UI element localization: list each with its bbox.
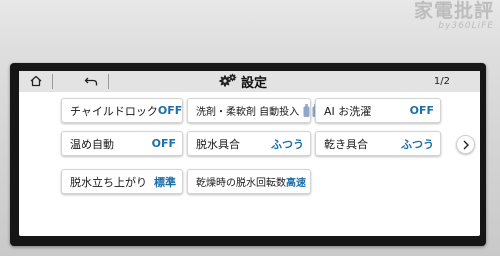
settings-screen: 設定 1/2 チャイルドロック OFF 洗剤・柔軟剤 自動投入 AI お洗濯 O… [19,71,480,236]
back-button[interactable] [74,71,108,92]
dry-spin-speed-setting[interactable]: 乾燥時の脱水回転数 高速 [187,169,311,194]
spin-level-setting[interactable]: 脱水具合 ふつう [187,131,311,156]
spin-level-label: 脱水具合 [196,137,240,151]
detergent-auto-label: 洗剤・柔軟剤 自動投入 [196,107,300,118]
back-arrow-icon [84,72,98,91]
dry-level-value: ふつう [401,137,434,151]
dry-level-label: 乾き具合 [324,137,368,151]
spin-finish-label: 脱水立ち上がり [70,175,147,189]
gears-icon [219,72,237,91]
ai-wash-value: OFF [409,104,434,117]
header-divider [52,74,53,89]
page-title: 設定 [219,71,267,92]
watermark-main: 家電批評 [413,0,494,22]
header-divider [108,74,109,89]
detergent-auto-setting[interactable]: 洗剤・柔軟剤 自動投入 [187,98,319,123]
ai-wash-setting[interactable]: AI お洗濯 OFF [315,98,441,123]
home-icon [30,72,42,91]
spin-finish-value: 標準 [154,175,176,189]
dry-level-setting[interactable]: 乾き具合 ふつう [315,131,441,156]
child-lock-value: OFF [157,104,183,117]
warm-auto-setting[interactable]: 温め自動 OFF [61,131,183,156]
ai-wash-label: AI お洗濯 [324,104,372,118]
warm-auto-label: 温め自動 [70,137,114,151]
dry-spin-speed-label: 乾燥時の脱水回転数 [196,178,286,189]
header-bar: 設定 1/2 [19,71,480,92]
dry-spin-speed-value: 高速 [286,178,306,189]
spin-finish-setting[interactable]: 脱水立ち上がり 標準 [61,169,183,194]
title-text: 設定 [241,76,268,91]
next-page-button[interactable] [456,135,475,154]
warm-auto-value: OFF [151,137,176,150]
page-indicator: 1/2 [433,76,450,87]
child-lock-setting[interactable]: チャイルドロック OFF [61,98,183,123]
chevron-right-icon [462,135,470,154]
child-lock-label: チャイルドロック [70,104,158,118]
home-button[interactable] [19,71,52,92]
watermark-sub: by360LiFE [438,21,494,31]
watermark-logo: 家電批評 by360LiFE [414,2,494,31]
spin-level-value: ふつう [271,137,304,151]
